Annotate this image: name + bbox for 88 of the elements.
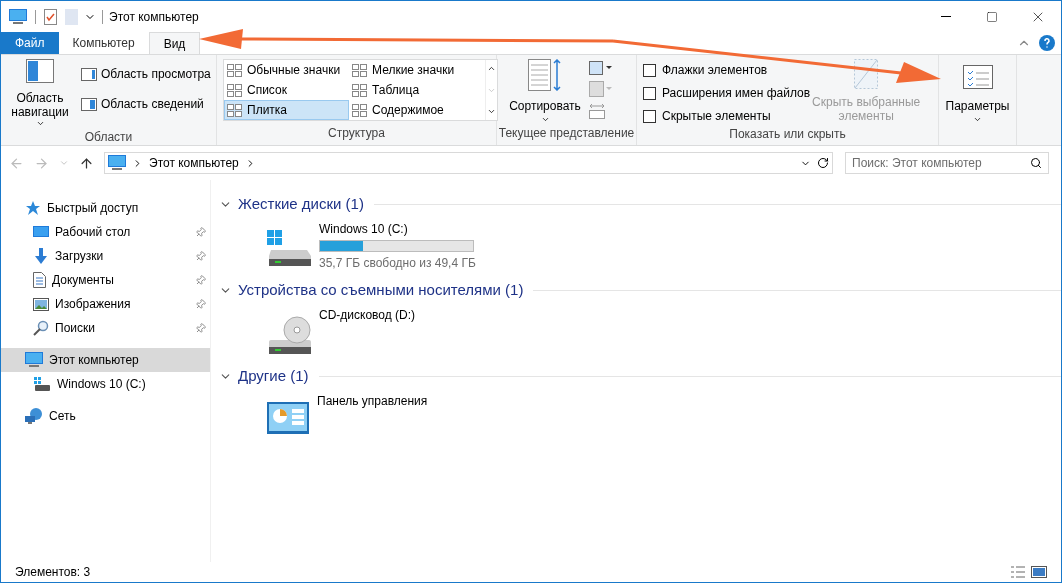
pane-icon — [81, 67, 97, 81]
ribbon-group-label: Показать или скрыть — [728, 126, 847, 143]
checkbox[interactable] — [643, 109, 656, 123]
nav-item[interactable]: Загрузки — [1, 244, 210, 268]
properties-icon[interactable] — [44, 8, 57, 25]
computer-icon — [9, 8, 27, 25]
item-name: CD-дисковод (D:) — [319, 307, 416, 324]
ribbon-tab[interactable]: Файл — [1, 32, 59, 54]
caret-icon — [540, 115, 550, 124]
status-text: Элементов: 3 — [15, 564, 91, 581]
minimize-icon — [941, 16, 951, 17]
caret-icon — [973, 115, 982, 124]
help-icon[interactable] — [1039, 35, 1055, 51]
checkbox-label: Расширения имен файлов — [662, 85, 811, 102]
desktop-icon — [33, 225, 49, 239]
magnifier-icon — [33, 320, 49, 336]
free-space-text: 35,7 ГБ свободно из 49,4 ГБ — [319, 255, 476, 272]
nav-item[interactable]: Документы — [1, 268, 210, 292]
pane-icon — [81, 97, 97, 111]
layout-option[interactable]: Содержимое — [349, 100, 485, 120]
nav-item[interactable]: Поиски — [1, 316, 210, 340]
cd-drive-icon — [267, 316, 311, 356]
checkbox-label: Флажки элементов — [662, 62, 768, 79]
breadcrumb-item[interactable]: Этот компьютер — [149, 154, 239, 172]
layout-icon — [227, 63, 242, 77]
layout-icon — [227, 103, 242, 117]
download-arrow-icon — [33, 248, 49, 264]
nav-item[interactable]: Windows 10 (C:) — [1, 372, 210, 396]
ribbon-group-label: Структура — [327, 125, 386, 142]
navigation-pane-icon — [26, 59, 54, 83]
drive-tile[interactable]: Windows 10 (C:) 35,7 ГБ свободно из 49,4 ГБ — [219, 216, 1061, 278]
navigation-pane-button[interactable]: Область навигации — [7, 59, 73, 128]
layout-option[interactable]: Список — [224, 80, 349, 100]
pane-button[interactable]: Область сведений — [81, 95, 211, 113]
layout-option[interactable]: Мелкие значки — [349, 60, 485, 80]
nav-item[interactable]: Рабочий стол — [1, 220, 210, 244]
computer-icon — [108, 155, 126, 171]
ribbon-group-label: Текущее представление — [497, 125, 636, 142]
group-header: Жесткие диски (1) — [238, 193, 364, 214]
layout-icon — [352, 83, 367, 97]
network-icon — [25, 408, 43, 424]
layout-option[interactable]: Таблица — [349, 80, 485, 100]
refresh-icon[interactable] — [817, 157, 829, 169]
ribbon-tab[interactable]: Компьютер — [58, 32, 149, 54]
layout-icon — [352, 103, 367, 117]
fit-columns-icon[interactable] — [589, 103, 605, 119]
caret-icon — [35, 119, 45, 128]
group-by-icon[interactable] — [589, 61, 613, 75]
group-header: Устройства со съемными носителями (1) — [238, 279, 524, 300]
scroll-up-icon[interactable] — [487, 64, 496, 73]
computer-icon — [25, 352, 43, 368]
layout-option[interactable]: Плитка — [224, 100, 349, 120]
pane-button[interactable]: Область просмотра — [81, 65, 211, 83]
ribbon-group-label: Области — [83, 129, 134, 146]
maximize-icon — [986, 10, 998, 23]
drive-tile[interactable]: CD-дисковод (D:) — [219, 302, 1061, 364]
ribbon-tab[interactable]: Вид — [148, 32, 201, 54]
drive-icon — [33, 376, 51, 392]
drive-tile[interactable]: Панель управления — [219, 388, 1061, 450]
checkbox[interactable] — [643, 63, 656, 77]
star-icon — [25, 200, 41, 216]
layout-icon — [227, 83, 242, 97]
nav-item[interactable]: Быстрый доступ — [1, 196, 210, 220]
options-icon — [962, 65, 993, 89]
layout-icon — [352, 63, 367, 77]
up-icon[interactable] — [79, 155, 94, 171]
sort-icon — [528, 59, 562, 91]
options-button[interactable]: Параметры — [945, 65, 1010, 124]
checkbox[interactable] — [643, 86, 656, 100]
sort-button[interactable]: Сортировать — [507, 59, 583, 124]
search-field[interactable]: Поиск: Этот компьютер — [845, 152, 1049, 174]
address-field[interactable]: Этот компьютер — [104, 152, 833, 174]
document-icon — [33, 272, 46, 288]
nav-item[interactable]: Сеть — [1, 404, 210, 428]
item-name: Windows 10 (C:) — [319, 221, 409, 238]
checkbox-label: Скрытые элементы — [662, 108, 771, 125]
nav-item[interactable]: Изображения — [1, 292, 210, 316]
nav-item[interactable]: Этот компьютер — [1, 348, 210, 372]
item-name: Панель управления — [317, 393, 428, 410]
expand-gallery-icon[interactable] — [487, 107, 496, 116]
search-icon — [1030, 157, 1042, 169]
control-panel-icon — [267, 402, 309, 434]
hard-drive-icon — [267, 230, 311, 266]
image-icon — [33, 297, 49, 311]
large-icons-view-icon[interactable] — [1031, 566, 1047, 578]
window-title: Этот компьютер — [109, 8, 199, 26]
group-header: Другие (1) — [238, 365, 309, 386]
layout-option[interactable]: Обычные значки — [224, 60, 349, 80]
